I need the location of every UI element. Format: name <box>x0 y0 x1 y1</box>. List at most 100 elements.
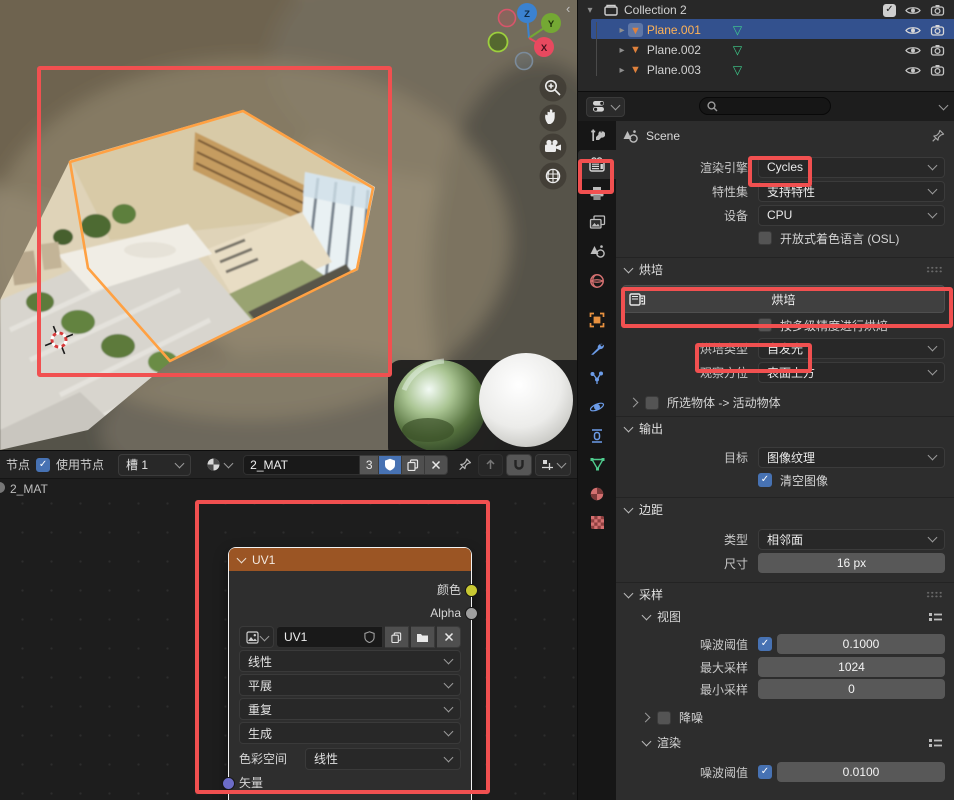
material-users-count[interactable]: 3 <box>360 455 379 475</box>
fake-user-shield-button[interactable] <box>379 455 402 475</box>
extension-dropdown[interactable]: 重复 <box>239 698 461 720</box>
axis-neg-z[interactable] <box>516 53 533 70</box>
tab-scene[interactable] <box>578 237 616 266</box>
sampling-render-subheader[interactable]: 渲染 <box>616 732 954 753</box>
margin-size-field[interactable]: 16 px <box>758 553 945 573</box>
vector-input-socket[interactable] <box>222 777 235 790</box>
snap-mode-dropdown[interactable] <box>535 454 571 476</box>
properties-editor[interactable]: Scene 渲染引擎 Cycles 特性集 支持特性 设备 CPU 开放式着色 <box>577 91 954 800</box>
sampling-viewport-subheader[interactable]: 视图 <box>616 606 954 627</box>
target-dropdown[interactable]: 图像纹理 <box>758 447 945 468</box>
camera-visibility-icon[interactable] <box>930 24 945 36</box>
outliner-row-plane003[interactable]: ▸ ▼ Plane.003 ▽ <box>578 60 954 80</box>
vp-max-samples-field[interactable]: 1024 <box>758 657 945 677</box>
tab-view-layer[interactable] <box>578 208 616 237</box>
sampling-panel-header[interactable]: 采样 <box>616 582 954 606</box>
margin-subpanel-header[interactable]: 边距 <box>616 497 954 521</box>
view-from-dropdown[interactable]: 表面上方 <box>758 362 945 383</box>
tab-physics[interactable] <box>578 392 616 421</box>
unlink-material-button[interactable] <box>425 455 448 475</box>
camera-visibility-icon[interactable] <box>930 64 945 76</box>
tab-texture[interactable] <box>578 508 616 537</box>
vp-noise-threshold-checkbox[interactable]: ✓ <box>758 637 772 651</box>
camera-view-button[interactable] <box>540 134 567 161</box>
zoom-button[interactable] <box>540 75 567 102</box>
tab-particles[interactable] <box>578 363 616 392</box>
camera-visibility-icon[interactable] <box>930 4 945 16</box>
material-slot-dropdown[interactable]: 槽 1 <box>118 454 191 476</box>
exclude-checkbox[interactable]: ✓ <box>883 4 896 17</box>
pin-icon[interactable] <box>931 129 945 143</box>
go-to-parent-node-button[interactable] <box>478 454 503 476</box>
panel-grip[interactable] <box>926 266 943 273</box>
multires-checkbox[interactable] <box>758 318 772 332</box>
object-name[interactable]: Plane.003 <box>647 63 733 77</box>
source-dropdown[interactable]: 生成 <box>239 722 461 744</box>
clear-image-checkbox[interactable]: ✓ <box>758 473 772 487</box>
object-name[interactable]: Plane.002 <box>647 43 733 57</box>
device-dropdown[interactable]: CPU <box>758 205 945 226</box>
output-subpanel-header[interactable]: 输出 <box>616 416 954 440</box>
node-canvas[interactable]: 2_MAT UV1 颜色 Alpha <box>0 479 577 800</box>
outliner-row-collection[interactable]: ▾ Collection 2 ✓ <box>578 0 954 20</box>
object-name[interactable]: Plane.001 <box>647 23 733 37</box>
preset-menu-icon[interactable] <box>928 737 943 749</box>
colorspace-dropdown[interactable]: 线性 <box>305 748 461 770</box>
hide-eye-icon[interactable] <box>905 25 921 36</box>
pan-hand-button[interactable] <box>540 105 567 132</box>
vp-noise-threshold-field[interactable]: 0.1000 <box>777 634 945 654</box>
toggle-perspective-button[interactable] <box>540 163 567 190</box>
use-nodes-checkbox[interactable]: ✓ <box>36 458 50 472</box>
color-output-socket[interactable] <box>465 584 478 597</box>
selected-to-active-checkbox[interactable] <box>645 396 659 410</box>
hide-eye-icon[interactable] <box>905 5 921 16</box>
outliner-row-plane002[interactable]: ▸ ▼ Plane.002 ▽ <box>578 40 954 60</box>
denoise-checkbox[interactable] <box>657 711 671 725</box>
render-engine-dropdown[interactable]: Cycles <box>758 157 945 178</box>
rd-noise-threshold-field[interactable]: 0.0100 <box>777 762 945 782</box>
new-material-copy-button[interactable] <box>402 455 425 475</box>
axis-neg-y[interactable] <box>489 33 508 52</box>
tab-modifiers[interactable] <box>578 334 616 363</box>
preset-menu-icon[interactable] <box>928 611 943 623</box>
tab-material[interactable] <box>578 479 616 508</box>
material-name-field[interactable]: 2_MAT <box>243 455 360 475</box>
node-header[interactable]: UV1 <box>229 548 471 571</box>
shader-node-editor[interactable]: 节点 ✓ 使用节点 槽 1 2_MAT 3 <box>0 450 577 800</box>
axis-neg-x[interactable] <box>499 10 516 27</box>
image-open-button[interactable] <box>411 626 435 648</box>
margin-type-dropdown[interactable]: 相邻面 <box>758 529 945 550</box>
tab-constraints[interactable] <box>578 421 616 450</box>
outliner-row-plane001[interactable]: ▸ ▼ Plane.001 ▽ <box>578 20 954 40</box>
tab-output[interactable] <box>578 179 616 208</box>
image-texture-node[interactable]: UV1 颜色 Alpha UV1 <box>228 547 472 800</box>
image-unlink-button[interactable] <box>437 626 461 648</box>
rd-noise-threshold-checkbox[interactable]: ✓ <box>758 765 772 779</box>
shield-outline-icon[interactable] <box>364 631 375 643</box>
projection-dropdown[interactable]: 平展 <box>239 674 461 696</box>
feature-set-dropdown[interactable]: 支持特性 <box>758 181 945 202</box>
hide-eye-icon[interactable] <box>905 45 921 56</box>
pin-icon[interactable] <box>458 457 472 472</box>
tab-tool[interactable] <box>578 121 616 150</box>
tab-object-data[interactable] <box>578 450 616 479</box>
image-browse-button[interactable] <box>239 626 274 648</box>
properties-search-field[interactable] <box>699 97 831 115</box>
collection-name[interactable]: Collection 2 <box>624 3 687 17</box>
outliner[interactable]: ▾ Collection 2 ✓ ▸ ▼ Plane.001 ▽ <box>577 0 954 91</box>
region-collapse-arrow[interactable]: ‹ <box>566 1 570 16</box>
tab-object[interactable] <box>578 305 616 334</box>
tab-render[interactable] <box>578 150 616 179</box>
bake-button[interactable]: 烘培 <box>622 285 945 313</box>
hide-eye-icon[interactable] <box>905 65 921 76</box>
material-browse-button[interactable] <box>201 454 237 476</box>
bake-panel-header[interactable]: 烘培 <box>616 257 954 281</box>
tab-world[interactable] <box>578 266 616 295</box>
panel-grip[interactable] <box>926 591 943 598</box>
header-menu-chevron[interactable] <box>939 100 949 110</box>
osl-checkbox[interactable] <box>758 231 772 245</box>
vp-min-samples-field[interactable]: 0 <box>758 679 945 699</box>
interpolation-dropdown[interactable]: 线性 <box>239 650 461 672</box>
image-name-field[interactable]: UV1 <box>276 626 383 648</box>
alpha-output-socket[interactable] <box>465 607 478 620</box>
